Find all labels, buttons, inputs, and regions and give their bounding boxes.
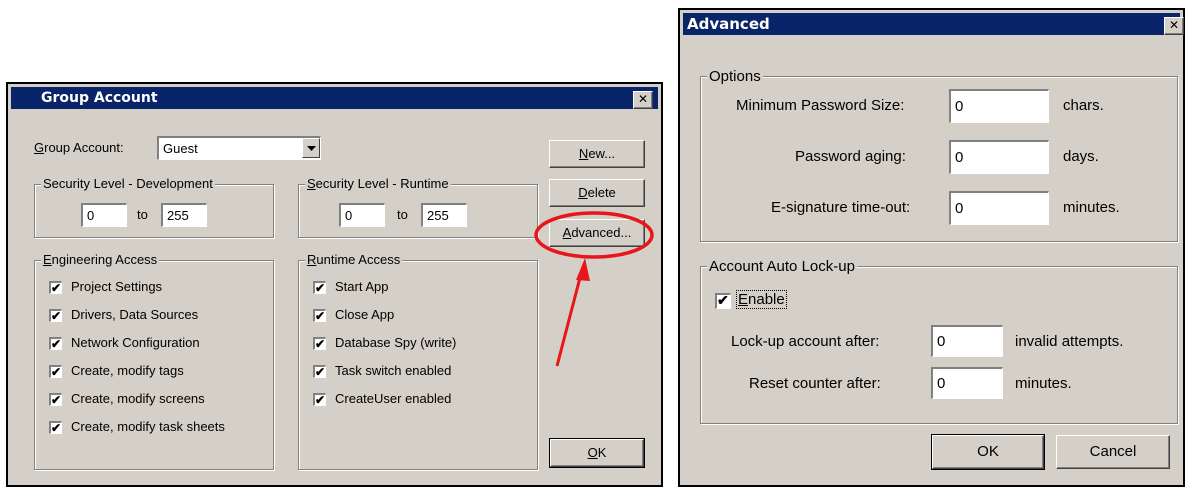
esignature-timeout-label: E-signature time-out: [771, 199, 911, 216]
close-icon[interactable]: ✕ [1164, 17, 1184, 35]
enable-label: Enable [736, 290, 787, 309]
field-value: 255 [167, 208, 189, 223]
to-label: to [397, 207, 408, 222]
field-value: 0 [345, 208, 353, 223]
checkbox[interactable]: ✔ [49, 393, 62, 406]
invalid-attempts-label: invalid attempts. [1015, 333, 1124, 350]
to-label: to [137, 207, 148, 222]
close-icon[interactable]: ✕ [633, 91, 653, 109]
checkbox-label: Create, modify task sheets [71, 419, 225, 434]
field-value: 0 [955, 98, 964, 115]
min-password-label: Minimum Password Size: [736, 97, 905, 114]
field-value: 0 [955, 149, 964, 166]
checkbox-label: Close App [335, 307, 395, 322]
security-level-development-group: Security Level - Development 0 to 255 [34, 176, 274, 238]
security-level-runtime-group: Security Level - Runtime 0 to 255 [298, 176, 538, 238]
delete-button[interactable]: Delete [549, 179, 645, 207]
days-unit-label: days. [1063, 148, 1099, 165]
checkbox[interactable]: ✔ [49, 281, 62, 294]
advanced-button[interactable]: Advanced... [549, 219, 645, 247]
lockup-after-input[interactable]: 0 [931, 325, 1003, 357]
group-title: Runtime Access [305, 252, 403, 267]
field-value: 0 [955, 200, 964, 217]
group-title: Security Level - Runtime [305, 176, 451, 191]
group-account-select[interactable]: Guest [157, 136, 321, 160]
min-password-input[interactable]: 0 [949, 89, 1049, 123]
checkbox-label: Create, modify tags [71, 363, 184, 378]
checkbox[interactable]: ✔ [313, 393, 326, 406]
group-account-value: Guest [163, 141, 198, 156]
reset-minutes-label: minutes. [1015, 375, 1072, 392]
runtime-level-to-input[interactable]: 255 [421, 203, 467, 227]
runtime-access-group: Runtime Access ✔ Start App ✔ Close App ✔… [298, 252, 538, 470]
checkbox[interactable]: ✔ [313, 309, 326, 322]
field-value: 255 [427, 208, 449, 223]
checkmark-icon: ✔ [717, 292, 729, 308]
new-button[interactable]: New... [549, 140, 645, 168]
dev-level-to-input[interactable]: 255 [161, 203, 207, 227]
minutes-unit-label: minutes. [1063, 199, 1120, 216]
ok-button[interactable]: OK [549, 438, 645, 468]
group-account-label: Group Account: [34, 140, 124, 155]
checkbox[interactable]: ✔ [49, 421, 62, 434]
runtime-level-from-input[interactable]: 0 [339, 203, 385, 227]
checkbox-label: Drivers, Data Sources [71, 307, 199, 322]
chevron-down-icon[interactable] [302, 138, 320, 158]
chars-unit-label: chars. [1063, 97, 1104, 114]
checkbox-label: Task switch enabled [335, 363, 452, 378]
checkbox[interactable]: ✔ [49, 309, 62, 322]
advanced-dialog: Advanced ✕ Options Minimum Password Size… [678, 8, 1185, 487]
checkbox[interactable]: ✔ [313, 365, 326, 378]
checkbox[interactable]: ✔ [313, 281, 326, 294]
engineering-access-group: Engineering Access ✔ Project Settings ✔ … [34, 252, 274, 470]
checkbox-label: Start App [335, 279, 389, 294]
field-value: 0 [937, 375, 946, 392]
checkbox-label: Project Settings [71, 279, 163, 294]
checkbox-label: Database Spy (write) [335, 335, 457, 350]
group-account-dialog: Group Account ✕ Group Account: Guest New… [6, 82, 663, 487]
checkbox-label: CreateUser enabled [335, 391, 452, 406]
password-aging-label: Password aging: [795, 148, 906, 165]
cancel-button[interactable]: Cancel [1056, 435, 1170, 469]
ok-button[interactable]: OK [931, 434, 1045, 470]
lockup-after-label: Lock-up account after: [731, 333, 880, 350]
group-title: Engineering Access [41, 252, 160, 267]
field-value: 0 [937, 333, 946, 350]
password-aging-input[interactable]: 0 [949, 140, 1049, 174]
account-auto-lockup-group: Account Auto Lock-up ✔ Enable Lock-up ac… [700, 258, 1178, 424]
group-account-titlebar: Group Account [11, 87, 658, 109]
reset-counter-label: Reset counter after: [749, 375, 881, 392]
dialog-title: Advanced [687, 15, 770, 33]
options-group: Options Minimum Password Size: 0 chars. … [700, 68, 1178, 242]
checkbox-label: Create, modify screens [71, 391, 205, 406]
checkbox[interactable]: ✔ [49, 365, 62, 378]
checkbox[interactable]: ✔ [313, 337, 326, 350]
esignature-timeout-input[interactable]: 0 [949, 191, 1049, 225]
dev-level-from-input[interactable]: 0 [81, 203, 127, 227]
field-value: 0 [87, 208, 95, 223]
group-title: Security Level - Development [41, 176, 215, 191]
advanced-titlebar: Advanced [683, 13, 1180, 35]
checkbox-label: Network Configuration [71, 335, 200, 350]
group-title: Options [707, 68, 763, 85]
dialog-title: Group Account [41, 90, 158, 106]
checkbox[interactable]: ✔ [49, 337, 62, 350]
group-title: Account Auto Lock-up [707, 258, 857, 275]
reset-counter-input[interactable]: 0 [931, 367, 1003, 399]
